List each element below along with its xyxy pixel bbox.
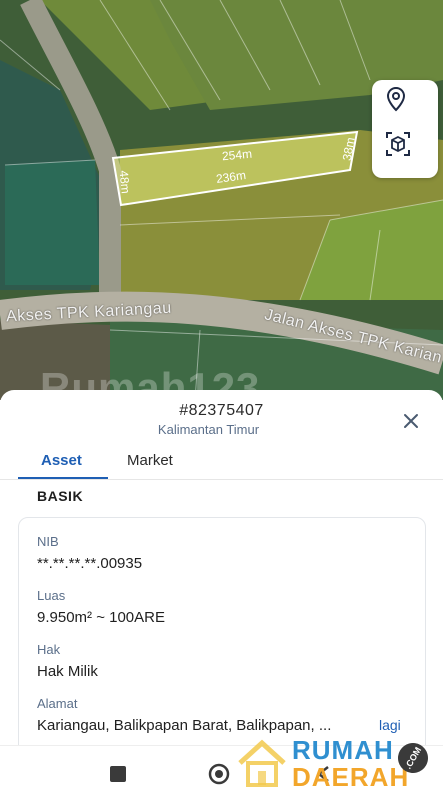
satellite-map[interactable]: 254m 236m 48m 38m Akses TPK Kariangau Ja… xyxy=(0,0,443,400)
tab-asset[interactable]: Asset xyxy=(41,452,82,469)
close-icon xyxy=(404,414,418,428)
listing-sheet: #82375407 Kalimantan Timur Asset Market … xyxy=(0,390,443,745)
location-pin-button[interactable] xyxy=(385,86,425,126)
home-icon xyxy=(208,763,230,785)
house-logo-icon xyxy=(238,739,286,787)
read-more-link[interactable]: lagi xyxy=(379,717,401,733)
brand-watermark: RUMAH DAERAH .COM xyxy=(232,735,434,795)
dimension-top: 254m xyxy=(221,146,253,164)
luas-label: Luas xyxy=(37,588,66,603)
alamat-label: Alamat xyxy=(37,696,78,711)
luas-value: 9.950m² ~ 100ARE xyxy=(37,609,165,626)
brand-text-daerah: DAERAH xyxy=(292,762,410,792)
nib-value: **.**.**.**.00935 xyxy=(37,555,143,572)
recent-apps-icon[interactable] xyxy=(110,766,126,782)
alamat-value: Kariangau, Balikpapan Barat, Balikpapan,… xyxy=(37,717,332,734)
home-button[interactable] xyxy=(208,763,230,785)
basic-info-card: NIB **.**.**.**.00935 Luas 9.950m² ~ 100… xyxy=(18,517,426,745)
map-pin-icon xyxy=(386,86,406,112)
3d-view-button[interactable] xyxy=(385,131,425,171)
listing-region: Kalimantan Timur xyxy=(157,422,260,437)
map-controls xyxy=(372,80,438,178)
tab-market[interactable]: Market xyxy=(127,452,173,469)
dimension-left: 48m xyxy=(116,169,133,195)
tabs-divider xyxy=(0,479,443,480)
nib-label: NIB xyxy=(37,534,59,549)
hak-label: Hak xyxy=(37,642,61,657)
hak-value: Hak Milik xyxy=(37,663,98,680)
section-title: BASIK xyxy=(37,488,84,504)
listing-id: #82375407 xyxy=(179,402,264,419)
close-button[interactable] xyxy=(400,410,422,432)
cube-scan-icon xyxy=(386,132,410,156)
